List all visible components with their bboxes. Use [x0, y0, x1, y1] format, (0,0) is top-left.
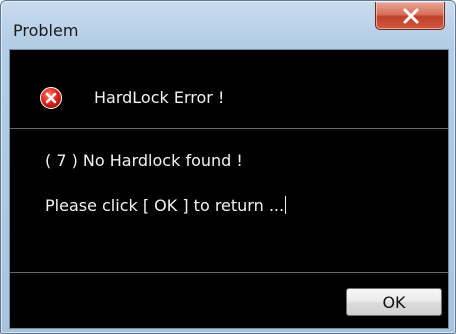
dialog-content: HardLock Error ! ( 7 ) No Hardlock found… — [9, 49, 449, 329]
close-button[interactable] — [375, 2, 445, 30]
ok-button[interactable]: OK — [346, 288, 442, 316]
text-caret — [285, 196, 287, 214]
error-message: ( 7 ) No Hardlock found ! — [45, 151, 243, 170]
error-title: HardLock Error ! — [94, 88, 225, 107]
divider — [10, 128, 448, 129]
window-title: Problem — [13, 21, 79, 40]
error-header: HardLock Error ! — [10, 50, 448, 126]
instruction-message: Please click [ OK ] to return ... — [45, 196, 287, 215]
title-bar[interactable]: Problem — [1, 1, 455, 45]
divider — [10, 272, 448, 273]
instruction-text: Please click [ OK ] to return ... — [45, 196, 285, 215]
close-icon — [403, 8, 419, 24]
error-icon — [40, 87, 62, 109]
problem-dialog: Problem HardLock Error ! (7) No Hardlo… — [0, 0, 456, 334]
